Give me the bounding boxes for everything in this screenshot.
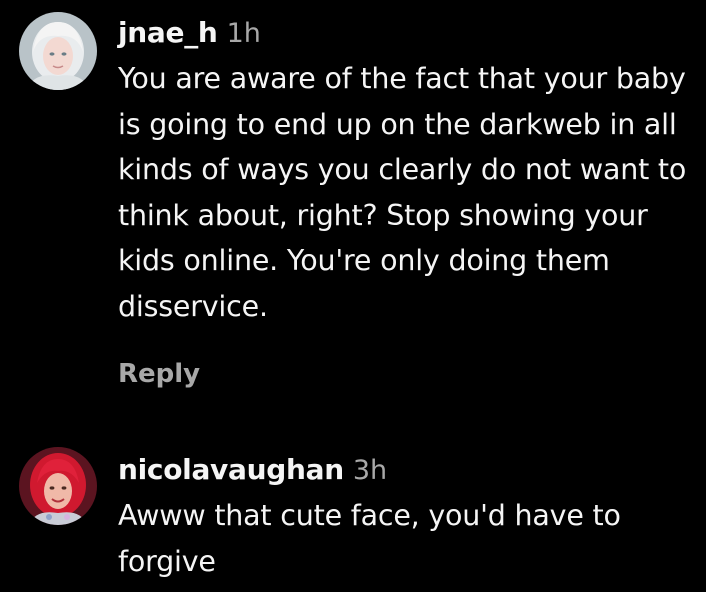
comment-jnae-h: jnae_h 1h You are aware of the fact that… — [0, 0, 706, 420]
username[interactable]: jnae_h — [118, 16, 218, 49]
comment-header: jnae_h 1h — [118, 16, 696, 56]
timestamp: 3h — [352, 455, 388, 486]
avatar-image — [19, 447, 97, 525]
comment-nicolavaughan: nicolavaughan 3h Awww that cute face, yo… — [0, 438, 706, 592]
avatar[interactable] — [19, 12, 97, 90]
username[interactable]: nicolavaughan — [118, 453, 344, 486]
avatar-image — [19, 12, 97, 90]
comment-text: Awww that cute face, you'd have to forgi… — [118, 499, 621, 578]
avatar[interactable] — [19, 447, 97, 525]
comment-header: nicolavaughan 3h — [118, 453, 696, 493]
reply-button[interactable]: Reply — [118, 359, 696, 389]
timestamp: 1h — [226, 18, 261, 49]
comment-text: You are aware of the fact that your baby… — [118, 62, 687, 323]
